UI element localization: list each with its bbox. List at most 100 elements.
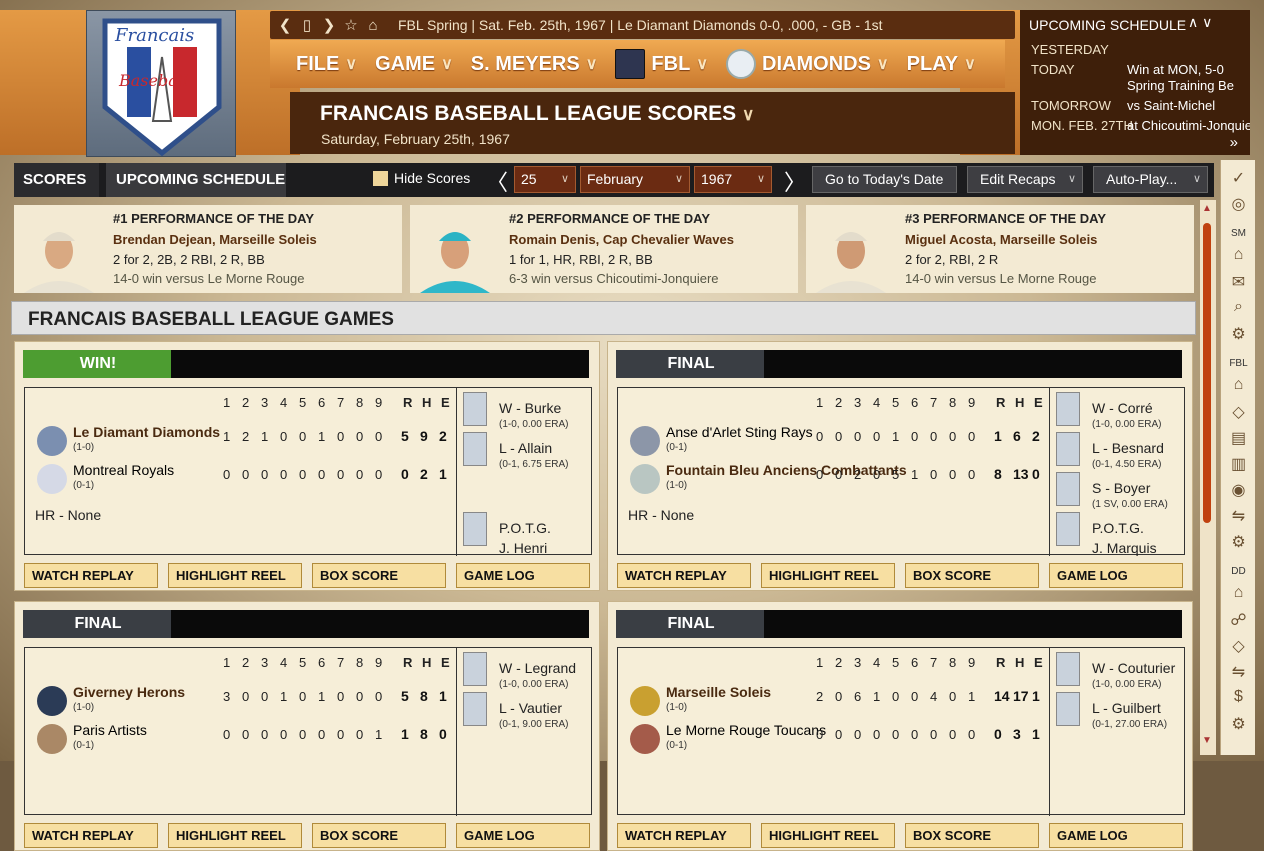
home-icon[interactable]: ⌂ xyxy=(1221,376,1256,394)
performance-card[interactable]: #1 PERFORMANCE OF THE DAY Brendan Dejean… xyxy=(14,205,402,293)
highlight-reel-button[interactable]: HIGHLIGHT REEL xyxy=(761,563,895,588)
pitcher-portrait[interactable] xyxy=(463,692,487,726)
scoreboard-icon[interactable]: ▤ xyxy=(1221,428,1256,448)
pitcher-portrait[interactable] xyxy=(1056,432,1080,466)
pitcher-label[interactable]: W - Legrand xyxy=(499,660,576,676)
pitcher-label[interactable]: L - Allain xyxy=(499,440,552,456)
schedule-value[interactable]: at Chicoutimi-Jonquie xyxy=(1127,118,1250,133)
pitcher-portrait[interactable] xyxy=(1056,392,1080,426)
diamond-icon[interactable]: ◇ xyxy=(1221,636,1256,656)
gear-icon[interactable]: ⚙ xyxy=(1221,532,1256,552)
menu-game[interactable]: GAME ∨ xyxy=(375,53,453,76)
pitcher-portrait[interactable] xyxy=(1056,692,1080,726)
menu-play[interactable]: PLAY ∨ xyxy=(907,53,976,76)
team-name[interactable]: Giverney Herons xyxy=(73,684,185,700)
search-icon[interactable]: ⌕ xyxy=(1221,298,1256,316)
pitcher-label[interactable]: W - Couturier xyxy=(1092,660,1175,676)
box-score-button[interactable]: BOX SCORE xyxy=(905,563,1039,588)
scrollbar-thumb[interactable] xyxy=(1203,223,1211,523)
tab-upcoming-schedule[interactable]: UPCOMING SCHEDULE xyxy=(106,163,286,197)
prev-date-arrow[interactable]: 〈 xyxy=(486,165,508,197)
home-square-icon[interactable]: ▯ xyxy=(296,16,318,34)
schedule-collapse-icon[interactable]: ∧ ∨ xyxy=(1188,14,1212,31)
game-log-button[interactable]: GAME LOG xyxy=(1049,823,1183,848)
menu-file[interactable]: FILE ∨ xyxy=(296,53,357,76)
day-select[interactable]: 25 ∨ xyxy=(514,166,576,193)
pitcher-portrait[interactable] xyxy=(1056,512,1080,546)
game-log-button[interactable]: GAME LOG xyxy=(1049,563,1183,588)
watch-replay-button[interactable]: WATCH REPLAY xyxy=(24,563,158,588)
roster-icon[interactable]: ☍ xyxy=(1221,610,1256,630)
team-name[interactable]: Le Diamant Diamonds xyxy=(73,424,220,440)
menu-manager[interactable]: S. MEYERS ∨ xyxy=(471,53,598,76)
pitcher-label[interactable]: L - Vautier xyxy=(499,700,562,716)
year-select[interactable]: 1967 ∨ xyxy=(694,166,772,193)
mail-icon[interactable]: ✉ xyxy=(1221,272,1256,292)
schedule-value[interactable]: vs Saint-Michel xyxy=(1127,98,1215,113)
dollar-icon[interactable]: $ xyxy=(1221,688,1256,706)
performance-card[interactable]: #3 PERFORMANCE OF THE DAY Miguel Acosta,… xyxy=(806,205,1194,293)
back-arrow-icon[interactable]: ❮ xyxy=(274,16,296,34)
box-score-button[interactable]: BOX SCORE xyxy=(312,563,446,588)
hide-scores-checkbox[interactable]: Hide Scores xyxy=(373,170,470,186)
baseball-icon[interactable]: ◉ xyxy=(1221,480,1256,500)
diamond-icon[interactable]: ◇ xyxy=(1221,402,1256,422)
go-to-today-button[interactable]: Go to Today's Date xyxy=(812,166,957,193)
globe-icon[interactable]: ◎ xyxy=(1221,194,1256,214)
highlight-reel-button[interactable]: HIGHLIGHT REEL xyxy=(761,823,895,848)
team-logo-icon[interactable] xyxy=(630,464,660,494)
page-title[interactable]: FRANCAIS BASEBALL LEAGUE SCORES ∨ xyxy=(320,102,754,126)
pitcher-portrait[interactable] xyxy=(463,392,487,426)
forward-arrow-icon[interactable]: ❯ xyxy=(318,16,340,34)
pitcher-label[interactable]: P.O.T.G. xyxy=(1092,520,1144,536)
box-score-button[interactable]: BOX SCORE xyxy=(312,823,446,848)
edit-recaps-button[interactable]: Edit Recaps ∨ xyxy=(967,166,1083,193)
home-icon[interactable]: ⌂ xyxy=(1221,246,1256,264)
bar-chart-icon[interactable]: ▥ xyxy=(1221,454,1256,474)
highlight-reel-button[interactable]: HIGHLIGHT REEL xyxy=(168,823,302,848)
team-logo-icon[interactable] xyxy=(37,426,67,456)
team-logo-icon[interactable] xyxy=(37,464,67,494)
team-logo-icon[interactable] xyxy=(630,724,660,754)
pitcher-portrait[interactable] xyxy=(463,652,487,686)
team-name[interactable]: Montreal Royals xyxy=(73,462,174,478)
team-logo-icon[interactable] xyxy=(630,686,660,716)
menu-team[interactable]: DIAMONDS ∨ xyxy=(726,49,889,79)
pitcher-portrait[interactable] xyxy=(463,432,487,466)
performance-player[interactable]: Romain Denis, Cap Chevalier Waves xyxy=(509,232,734,247)
trade-arrows-icon[interactable]: ⇋ xyxy=(1221,506,1256,526)
scroll-up-icon[interactable]: ▲ xyxy=(1202,203,1212,214)
pitcher-portrait[interactable] xyxy=(1056,472,1080,506)
home-icon[interactable]: ⌂ xyxy=(362,17,384,34)
pitcher-label[interactable]: W - Burke xyxy=(499,400,561,416)
highlight-reel-button[interactable]: HIGHLIGHT REEL xyxy=(168,563,302,588)
league-logo[interactable]: Francais Baseball xyxy=(86,10,236,157)
home-icon[interactable]: ⌂ xyxy=(1221,584,1256,602)
team-logo-icon[interactable] xyxy=(37,686,67,716)
team-name[interactable]: Le Morne Rouge Toucans xyxy=(666,722,826,738)
tab-scores[interactable]: SCORES xyxy=(14,163,99,197)
performance-card[interactable]: #2 PERFORMANCE OF THE DAY Romain Denis, … xyxy=(410,205,798,293)
performance-player[interactable]: Miguel Acosta, Marseille Soleis xyxy=(905,232,1097,247)
trade-arrows-icon[interactable]: ⇋ xyxy=(1221,662,1256,682)
team-name[interactable]: Marseille Soleis xyxy=(666,684,771,700)
watch-replay-button[interactable]: WATCH REPLAY xyxy=(24,823,158,848)
game-log-button[interactable]: GAME LOG xyxy=(456,563,590,588)
double-chevron-right-icon[interactable]: » xyxy=(1230,134,1238,151)
team-name[interactable]: Fountain Bleu Anciens Combattants xyxy=(666,462,907,478)
game-log-button[interactable]: GAME LOG xyxy=(456,823,590,848)
menu-league[interactable]: FBL ∨ xyxy=(615,49,708,79)
pitcher-label[interactable]: P.O.T.G. xyxy=(499,520,551,536)
month-select[interactable]: February ∨ xyxy=(580,166,690,193)
pitcher-label[interactable]: W - Corré xyxy=(1092,400,1153,416)
star-icon[interactable]: ☆ xyxy=(340,16,362,34)
gear-icon[interactable]: ⚙ xyxy=(1221,714,1256,734)
performance-player[interactable]: Brendan Dejean, Marseille Soleis xyxy=(113,232,317,247)
gear-icon[interactable]: ⚙ xyxy=(1221,324,1256,344)
pitcher-label[interactable]: L - Besnard xyxy=(1092,440,1164,456)
team-name[interactable]: Paris Artists xyxy=(73,722,147,738)
schedule-value[interactable]: Win at MON, 5-0 xyxy=(1127,62,1224,77)
box-score-button[interactable]: BOX SCORE xyxy=(905,823,1039,848)
pitcher-label[interactable]: S - Boyer xyxy=(1092,480,1150,496)
scroll-down-icon[interactable]: ▼ xyxy=(1202,735,1212,746)
